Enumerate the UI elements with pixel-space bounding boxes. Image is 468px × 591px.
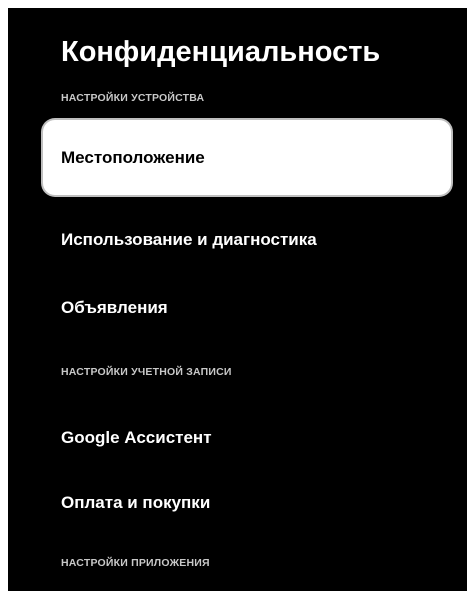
menu-item-location[interactable]: Местоположение bbox=[43, 120, 451, 195]
page-title: Конфиденциальность bbox=[61, 36, 381, 68]
menu-item-google-assistant[interactable]: Google Ассистент bbox=[61, 423, 441, 453]
section-header-device-settings: НАСТРОЙКИ УСТРОЙСТВА bbox=[61, 92, 205, 104]
menu-item-payments[interactable]: Оплата и покупки bbox=[61, 488, 441, 518]
section-header-account-settings: НАСТРОЙКИ УЧЕТНОЙ ЗАПИСИ bbox=[61, 366, 232, 378]
menu-item-usage-diagnostics[interactable]: Использование и диагностика bbox=[61, 225, 441, 255]
section-header-app-settings: НАСТРОЙКИ ПРИЛОЖЕНИЯ bbox=[61, 557, 210, 569]
privacy-settings-panel: Конфиденциальность НАСТРОЙКИ УСТРОЙСТВА … bbox=[8, 8, 467, 591]
menu-item-ads[interactable]: Объявления bbox=[61, 293, 441, 323]
